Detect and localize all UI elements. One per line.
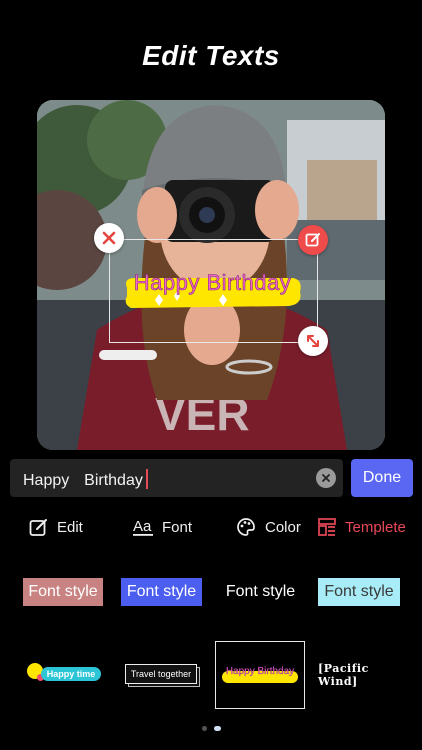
edit-icon (29, 518, 48, 537)
template-happy-birthday-preview: Happy Birthday (222, 666, 298, 684)
template-travel-together[interactable]: Travel together (123, 641, 201, 709)
template-pacific-wind[interactable]: [Pacific Wind] (318, 641, 400, 709)
font-style-option-4[interactable]: Font style (318, 578, 400, 606)
template-pacific-wind-text: Pacific Wind (318, 662, 369, 688)
tab-edit-label: Edit (57, 518, 83, 536)
template-travel-together-preview: Travel together (125, 664, 200, 687)
clear-text-button[interactable] (316, 468, 336, 488)
font-style-option-1[interactable]: Font style (23, 578, 103, 606)
text-caret (145, 469, 148, 489)
edit-icon (305, 233, 320, 247)
tab-edit[interactable]: Edit (29, 513, 83, 541)
page-dot-1[interactable] (201, 726, 207, 731)
template-happy-birthday[interactable]: Happy Birthday (215, 641, 305, 709)
tab-color[interactable]: Color (236, 513, 301, 541)
tab-templete[interactable]: Templete (318, 513, 406, 541)
palette-icon (236, 517, 256, 537)
font-style-option-3[interactable]: Font style (221, 578, 300, 606)
template-happy-time-label: Happy time (41, 667, 101, 681)
tab-color-label: Color (265, 518, 301, 536)
text-input-value: Happy Birthday (23, 472, 143, 489)
template-happy-time[interactable]: Happy time (22, 641, 104, 709)
template-travel-together-label: Travel together (125, 664, 197, 684)
sticker-text: Happy Birthday (133, 270, 292, 296)
template-happy-time-preview: Happy time (23, 663, 103, 687)
resize-sticker-button[interactable] (298, 326, 328, 356)
edit-toolbar: Edit Aa Font Color Templete (0, 513, 422, 541)
tab-font-label: Font (162, 518, 193, 536)
template-icon (318, 518, 336, 536)
text-sticker[interactable]: Happy Birthday (121, 270, 304, 314)
done-button[interactable]: Done (351, 459, 413, 497)
page-dot-2[interactable] (213, 726, 221, 731)
delete-sticker-button[interactable] (94, 223, 124, 253)
resize-icon (307, 335, 319, 347)
page-indicator (0, 726, 422, 731)
font-style-option-2[interactable]: Font style (121, 578, 202, 606)
template-happy-birthday-label: Happy Birthday (225, 666, 295, 677)
close-icon (102, 231, 116, 245)
svg-text:Aa: Aa (133, 518, 152, 535)
tab-templete-label: Templete (345, 518, 406, 536)
font-icon: Aa (133, 517, 153, 537)
tab-font[interactable]: Aa Font (133, 513, 192, 541)
text-input[interactable]: Happy Birthday (23, 469, 148, 490)
template-pacific-wind-label: [Pacific Wind] (318, 662, 369, 688)
text-input-bar[interactable]: Happy Birthday (10, 459, 343, 497)
edit-sticker-button[interactable] (298, 225, 328, 255)
clear-icon (322, 474, 330, 482)
page-title: Edit Texts (142, 40, 280, 71)
